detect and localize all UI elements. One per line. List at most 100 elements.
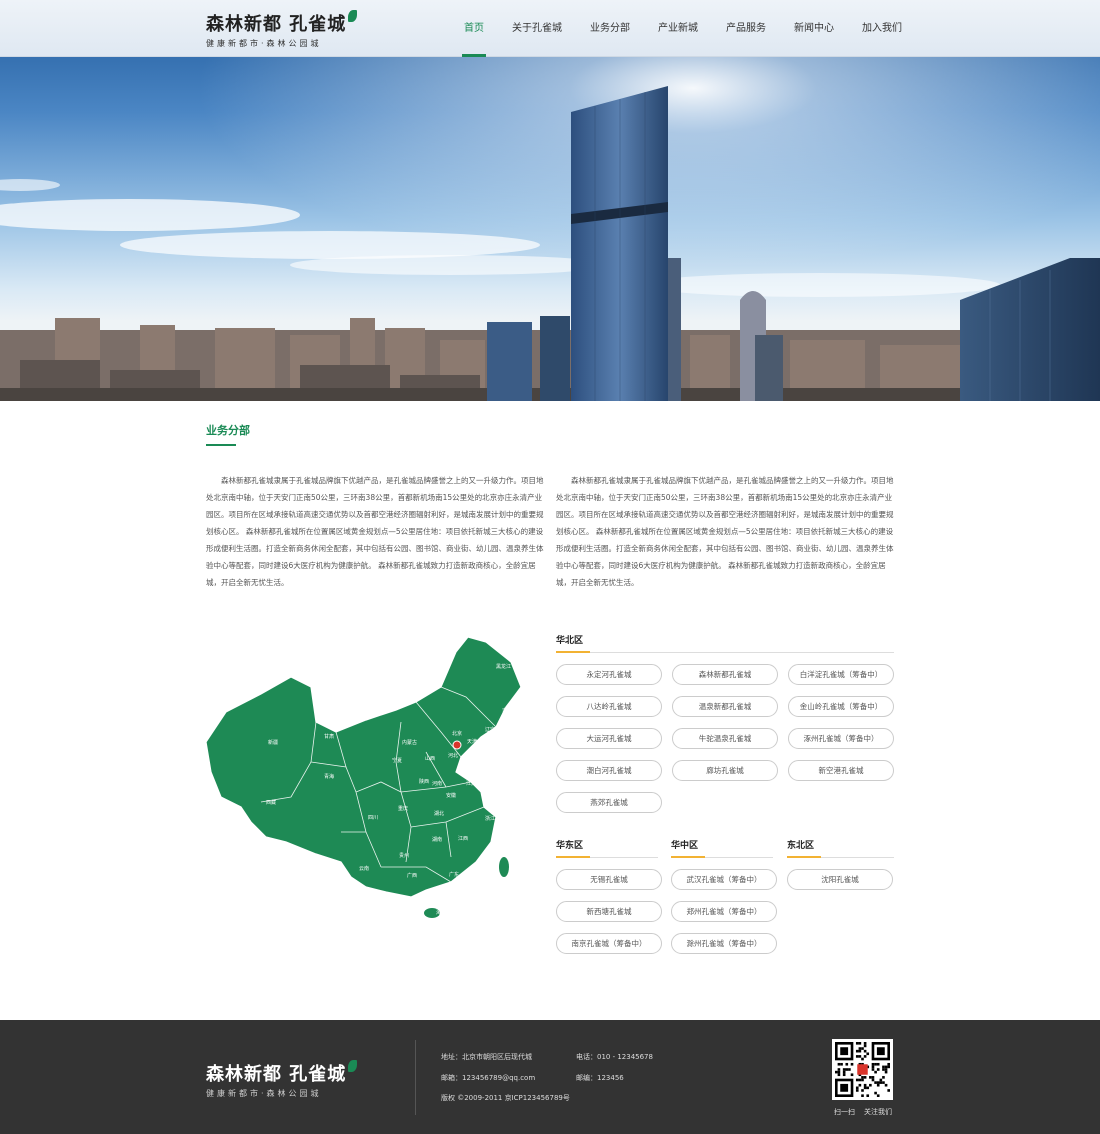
project-link-button[interactable]: 金山岭孔雀城（筹备中） [788, 696, 894, 717]
province-label: 四川 [368, 815, 378, 821]
footer-brand-name: 森林新都 孔雀城 [206, 1064, 347, 1085]
city-skyline-image [0, 0, 1100, 401]
brand-logo[interactable]: 森林新都 孔雀城 健康新都市·森林公园城 [206, 10, 358, 49]
section-underline [206, 444, 236, 446]
nav-item-industry[interactable]: 产业新城 [644, 0, 712, 57]
province-label: 陕西 [419, 778, 429, 785]
footer-phone: 电话：010 - 12345678 [576, 1053, 653, 1061]
qr-code-icon [835, 1042, 890, 1097]
region-title: 东北区 [787, 841, 815, 851]
taiwan-shape [499, 857, 509, 877]
province-label: 湖南 [432, 836, 442, 843]
china-map-graphic: 新疆西藏 青海 甘肃内蒙古 黑龙江吉林辽宁北京天津河北 山西陕西 宁夏山东河南 江苏安徽上海… [205, 636, 522, 918]
province-label: 甘肃 [324, 733, 334, 740]
project-link-button[interactable]: 八达岭孔雀城 [556, 696, 662, 717]
footer-divider [415, 1040, 416, 1115]
province-label: 广东 [449, 871, 459, 878]
province-label: 广西 [407, 872, 417, 879]
qr-code [832, 1039, 893, 1100]
region-divider [787, 856, 894, 858]
project-link-button[interactable]: 永定河孔雀城 [556, 664, 662, 685]
project-link-button[interactable]: 温泉新都孔雀城 [672, 696, 778, 717]
province-label: 黑龙江 [496, 663, 511, 670]
province-label: 宁夏 [392, 757, 402, 764]
footer-postcode: 邮编：123456 [576, 1074, 624, 1082]
project-link-button[interactable]: 森林新都孔雀城 [672, 664, 778, 685]
project-link-button[interactable]: 新空港孔雀城 [788, 760, 894, 781]
province-label: 河北 [448, 752, 458, 759]
province-label: 山东 [462, 762, 472, 769]
footer-email[interactable]: 邮箱：123456789@qq.com [441, 1073, 535, 1083]
footer-brand-slogan: 健康新都市·森林公园城 [206, 1089, 322, 1098]
province-label: 贵州 [399, 852, 409, 859]
project-link-button[interactable]: 南京孔雀城（筹备中） [556, 933, 662, 954]
qr-caption-scan: 扫一扫 [834, 1108, 855, 1116]
china-map: 新疆西藏 青海 甘肃内蒙古 黑龙江吉林辽宁北京 天津河北 山西陕西 宁夏山东河南 江苏安徽上海… [205, 632, 526, 928]
province-label: 天津 [467, 738, 477, 745]
region-divider [671, 856, 773, 858]
brand-slogan: 健康新都市·森林公园城 [206, 39, 322, 48]
province-label: 上海 [498, 799, 508, 806]
province-label: 香港 [463, 885, 473, 892]
nav-item-join[interactable]: 加入我们 [848, 0, 916, 57]
project-link-button[interactable]: 无锡孔雀城 [556, 869, 662, 890]
section-title: 业务分部 [206, 424, 250, 437]
province-label: 辽宁 [485, 726, 495, 733]
project-link-button[interactable]: 燕郊孔雀城 [556, 792, 662, 813]
intro-paragraph-left: 森林新都孔雀城隶属于孔雀城品牌旗下优越产品，是孔雀城品牌盛誉之上的又一升级力作。… [206, 476, 544, 587]
nav-item-about[interactable]: 关于孔雀城 [498, 0, 576, 57]
project-link-button[interactable]: 牛驼温泉孔雀城 [672, 728, 778, 749]
china-mainland-shape [205, 636, 522, 898]
nav-item-home[interactable]: 首页 [450, 0, 498, 57]
project-link-button[interactable]: 武汉孔雀城（筹备中） [671, 869, 777, 890]
peacock-feather-icon [348, 10, 358, 22]
site-header: 森林新都 孔雀城 健康新都市·森林公园城 首页 关于孔雀城 业务分部 产业新城 … [0, 0, 1100, 57]
nav-item-products[interactable]: 产品服务 [712, 0, 780, 57]
project-link-button[interactable]: 白洋淀孔雀城（筹备中） [788, 664, 894, 685]
main-nav: 首页 关于孔雀城 业务分部 产业新城 产品服务 新闻中心 加入我们 [450, 0, 916, 57]
project-link-button[interactable]: 大运河孔雀城 [556, 728, 662, 749]
region-divider [556, 856, 658, 858]
brand-name: 森林新都 孔雀城 [206, 14, 347, 35]
province-label: 安徽 [446, 792, 456, 799]
province-label: 西藏 [266, 799, 276, 806]
province-label: 福建 [482, 854, 492, 861]
nav-item-news[interactable]: 新闻中心 [780, 0, 848, 57]
project-link-button[interactable]: 新西塘孔雀城 [556, 901, 662, 922]
region-title: 华东区 [556, 841, 584, 851]
province-label: 河南 [432, 780, 442, 787]
province-label: 内蒙古 [402, 739, 417, 746]
project-link-button[interactable]: 滁州孔雀城（筹备中） [671, 933, 777, 954]
province-label: 山西 [425, 755, 435, 762]
province-label: 台湾 [511, 862, 521, 869]
province-label: 吉林 [502, 707, 512, 714]
province-label: 北京 [452, 730, 462, 737]
province-label: 青海 [324, 773, 334, 780]
project-link-button[interactable]: 沈阳孔雀城 [787, 869, 893, 890]
intro-paragraph-right: 森林新都孔雀城隶属于孔雀城品牌旗下优越产品，是孔雀城品牌盛誉之上的又一升级力作。… [556, 476, 894, 587]
province-label: 云南 [359, 865, 369, 872]
region-divider [556, 651, 894, 653]
province-label: 湖北 [434, 810, 444, 817]
nav-item-business[interactable]: 业务分部 [576, 0, 644, 57]
province-label: 浙江 [485, 815, 495, 822]
region-title: 华中区 [671, 841, 699, 851]
project-link-button[interactable]: 郑州孔雀城（筹备中） [671, 901, 777, 922]
hero-banner [0, 0, 1100, 401]
province-label: 澳门 [444, 892, 454, 899]
site-footer: 森林新都 孔雀城 健康新都市·森林公园城 地址：北京市朝阳区后现代城 电话：01… [0, 1020, 1100, 1134]
footer-peacock-feather-icon [348, 1060, 358, 1072]
footer-copyright: 版权 ©2009-2011 京ICP123456789号 [441, 1094, 570, 1102]
province-label: 江苏 [466, 780, 476, 787]
footer-logo[interactable]: 森林新都 孔雀城 健康新都市·森林公园城 [206, 1060, 358, 1099]
province-label: 重庆 [398, 805, 408, 812]
project-link-button[interactable]: 涿州孔雀城（筹备中） [788, 728, 894, 749]
region-title: 华北区 [556, 636, 584, 646]
province-label: 江西 [458, 835, 468, 842]
beijing-marker-icon[interactable] [452, 740, 462, 750]
province-label: 新疆 [268, 739, 278, 746]
province-label: 海南 [436, 909, 446, 916]
project-link-button[interactable]: 潮白河孔雀城 [556, 760, 662, 781]
project-link-button[interactable]: 廊坊孔雀城 [672, 760, 778, 781]
qr-caption-follow: 关注我们 [864, 1108, 892, 1116]
